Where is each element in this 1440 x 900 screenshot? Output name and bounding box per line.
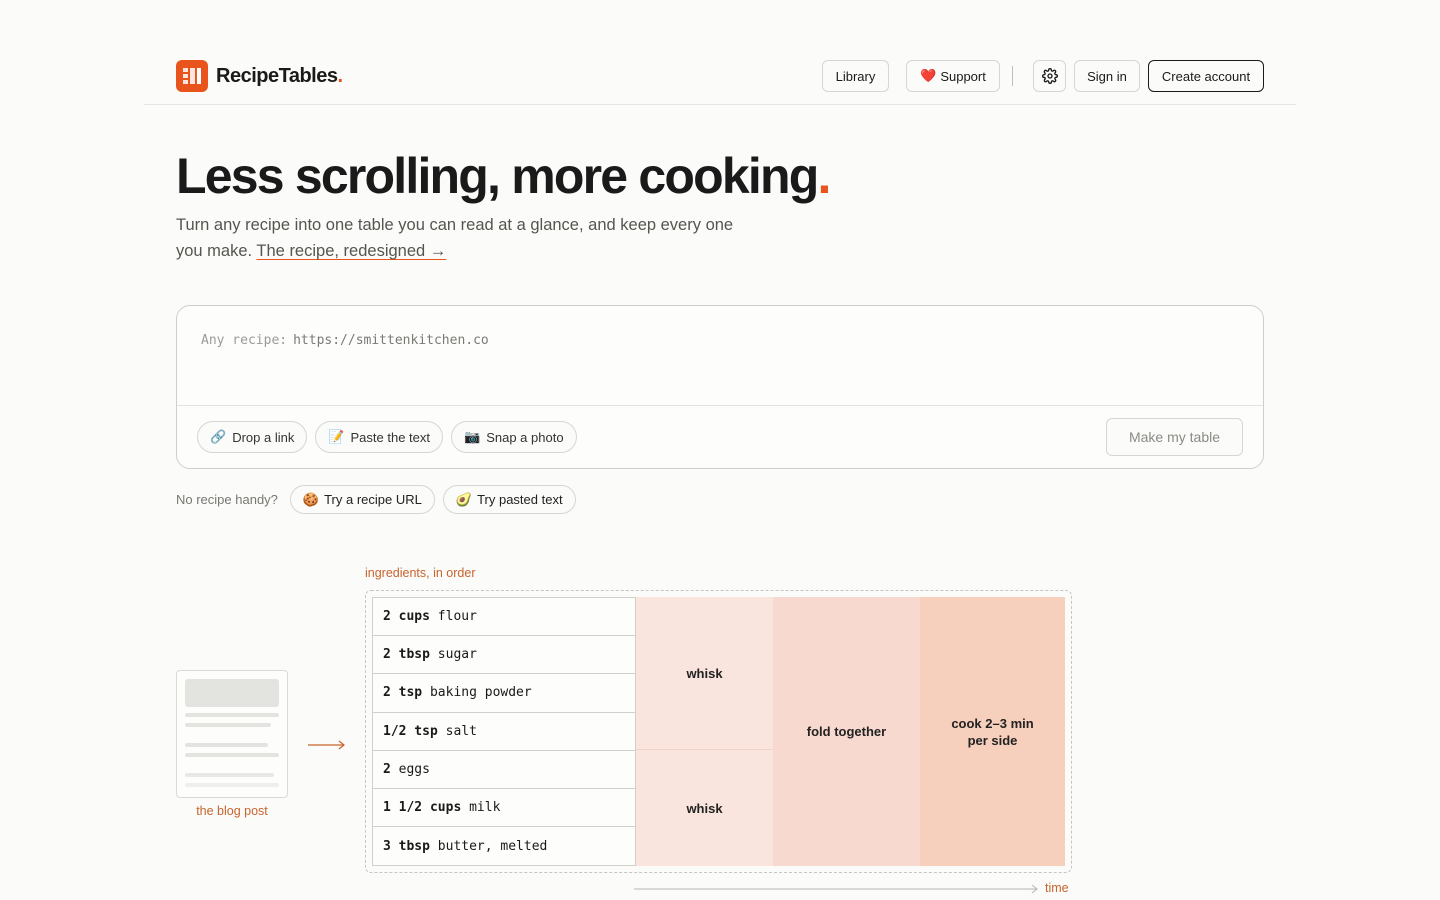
- ingredient-row: 2 eggs: [373, 751, 635, 789]
- top-header: RecipeTables. Library ❤️ Support Sign in…: [144, 0, 1296, 105]
- support-button[interactable]: ❤️ Support: [906, 60, 1000, 92]
- cookie-icon: 🍪: [302, 491, 320, 507]
- ingredients-caption: ingredients, in order: [365, 566, 476, 580]
- library-label: Library: [835, 68, 876, 84]
- ingredient-row: 2 tsp baking powder: [373, 674, 635, 713]
- ingredient-item: baking powder: [422, 685, 532, 701]
- ingredient-item: salt: [437, 723, 477, 739]
- hero-title-text: Less scrolling, more cooking: [176, 148, 819, 204]
- ingredient-item: butter, melted: [429, 838, 548, 854]
- time-caption: time: [1045, 881, 1069, 895]
- thumb-line: [185, 773, 274, 777]
- avocado-icon: 🥑: [455, 491, 473, 507]
- hero-title-dot: .: [817, 148, 831, 204]
- snap-photo-button[interactable]: 📷 Snap a photo: [451, 421, 577, 453]
- thumb-line: [185, 723, 271, 727]
- ingredient-row: 2 cups flour: [373, 598, 635, 637]
- settings-button[interactable]: [1033, 60, 1066, 92]
- card-divider: [177, 405, 1263, 406]
- recipe-input-value: https://smittenkitchen.co: [293, 333, 489, 348]
- step-fold: fold together: [773, 597, 920, 866]
- paste-text-button[interactable]: 📝 Paste the text: [315, 421, 444, 453]
- ingredient-qty: 1/2 tsp: [383, 723, 438, 739]
- step-cook-label: cook 2–3 min per side: [951, 715, 1034, 748]
- recipe-input-label: Any recipe:: [201, 333, 288, 348]
- step-cook: cook 2–3 min per side: [920, 597, 1065, 866]
- sign-in-button[interactable]: Sign in: [1074, 60, 1140, 92]
- gear-icon: [1041, 68, 1058, 84]
- input-mode-pills: 🔗 Drop a link 📝 Paste the text 📷 Snap a …: [197, 421, 577, 453]
- ingredients-table: 2 cups flour 2 tbsp sugar 2 tsp baking p…: [372, 597, 636, 867]
- ingredient-qty: 2 tbsp: [383, 647, 430, 663]
- support-label: Support: [940, 68, 986, 84]
- arrow-right-icon: [308, 740, 345, 750]
- ingredient-qty: 1 1/2 cups: [383, 800, 462, 816]
- paste-text-label: Paste the text: [350, 429, 431, 445]
- step-whisk-dry: whisk: [636, 597, 773, 750]
- heart-icon: ❤️: [920, 68, 937, 83]
- try-url-button[interactable]: 🍪 Try a recipe URL: [289, 485, 435, 514]
- make-table-label: Make my table: [1128, 429, 1221, 445]
- step-whisk-dry-label: whisk: [686, 665, 723, 681]
- step-fold-label: fold together: [806, 724, 887, 739]
- step-whisk-wet-label: whisk: [686, 800, 723, 816]
- try-url-label: Try a recipe URL: [324, 492, 422, 507]
- ingredient-row: 2 tbsp sugar: [373, 636, 635, 675]
- thumb-image: [185, 679, 279, 707]
- ingredient-row: 1 1/2 cups milk: [373, 789, 635, 828]
- thumb-line: [185, 743, 268, 747]
- step-whisk-wet: whisk: [636, 750, 773, 866]
- ingredient-row: 3 tbsp butter, melted: [373, 827, 635, 865]
- samples-label: No recipe handy?: [176, 492, 278, 507]
- sign-in-label: Sign in: [1087, 68, 1127, 84]
- thumb-line: [185, 713, 279, 717]
- top-nav: Library ❤️ Support Sign in Create accoun…: [822, 60, 1264, 92]
- thumb-line: [185, 753, 279, 757]
- ingredient-item: eggs: [390, 761, 430, 777]
- brand-logo[interactable]: RecipeTables.: [176, 60, 343, 92]
- ingredient-item: sugar: [429, 647, 477, 663]
- ingredient-row: 1/2 tsp salt: [373, 713, 635, 751]
- ingredient-qty: 2: [383, 761, 391, 777]
- hero-title: Less scrolling, more cooking.: [176, 146, 831, 206]
- try-text-label: Try pasted text: [477, 492, 563, 507]
- camera-icon: 📷: [464, 429, 481, 444]
- redesign-link[interactable]: The recipe, redesigned →: [256, 242, 446, 260]
- drop-link-label: Drop a link: [232, 429, 295, 445]
- brand-name: RecipeTables: [216, 64, 338, 87]
- create-account-button[interactable]: Create account: [1148, 60, 1264, 92]
- drop-link-button[interactable]: 🔗 Drop a link: [197, 421, 308, 453]
- ingredient-qty: 2 cups: [383, 609, 430, 625]
- hero-subtitle: Turn any recipe into one table you can r…: [176, 212, 756, 264]
- link-icon: 🔗: [210, 429, 227, 444]
- logo-icon: [176, 60, 208, 92]
- snap-photo-label: Snap a photo: [486, 429, 564, 445]
- recipe-input-card: Any recipe: https://smittenkitchen.co 🔗 D…: [176, 305, 1264, 469]
- thumb-line: [185, 783, 279, 787]
- try-text-button[interactable]: 🥑 Try pasted text: [442, 485, 576, 514]
- memo-icon: 📝: [328, 429, 345, 444]
- nav-divider: [1012, 66, 1013, 86]
- ingredient-item: milk: [461, 800, 501, 816]
- brand-dot: .: [337, 64, 343, 87]
- make-table-button[interactable]: Make my table: [1106, 418, 1243, 456]
- sample-row: No recipe handy? 🍪 Try a recipe URL 🥑 Tr…: [176, 485, 576, 514]
- recipe-input[interactable]: Any recipe: https://smittenkitchen.co: [201, 333, 489, 348]
- create-account-label: Create account: [1161, 68, 1251, 84]
- ingredient-qty: 2 tsp: [383, 685, 423, 701]
- ingredient-qty: 3 tbsp: [383, 838, 430, 854]
- blog-post-thumbnail: [176, 670, 288, 798]
- blog-caption: the blog post: [196, 804, 268, 818]
- ingredient-item: flour: [429, 609, 477, 625]
- library-button[interactable]: Library: [822, 60, 889, 92]
- time-arrow-icon: [634, 884, 1038, 894]
